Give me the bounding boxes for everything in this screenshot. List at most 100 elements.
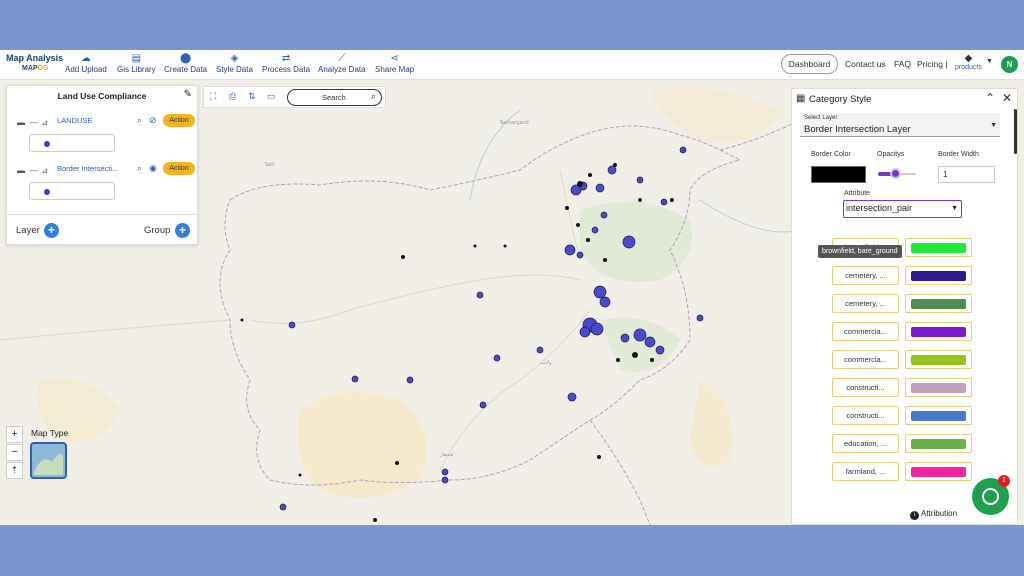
- app-logo[interactable]: Map Analysis MAPOG: [6, 53, 64, 73]
- attribute-select[interactable]: intersection_pair ▼: [843, 200, 962, 218]
- notification-badge: 1: [998, 475, 1010, 487]
- nav-add-upload[interactable]: ☁ Add Upload: [65, 53, 107, 74]
- category-color-picker[interactable]: [905, 406, 972, 425]
- opacity-slider-thumb[interactable]: [890, 168, 901, 179]
- contact-us-link[interactable]: Contact us: [845, 59, 886, 69]
- category-color-picker[interactable]: [905, 294, 972, 313]
- category-color-picker[interactable]: [905, 322, 972, 341]
- legend-dot: [44, 141, 50, 147]
- print-icon[interactable]: ⎙: [229, 91, 236, 102]
- add-group-label: Group: [144, 225, 171, 236]
- nav-analyze-data[interactable]: ⟋ Analyze Data: [318, 53, 366, 74]
- faq-link[interactable]: FAQ: [894, 59, 911, 69]
- top-navbar: Map Analysis MAPOG ☁ Add Upload ▤ Gis Li…: [0, 50, 1024, 80]
- chat-button[interactable]: 1: [972, 475, 1010, 515]
- zoom-in-button[interactable]: +: [6, 426, 23, 443]
- select-layer-dropdown[interactable]: Select Layer Border Intersection Layer ▼: [800, 113, 1000, 137]
- zoom-to-layer-icon[interactable]: ⌕: [137, 163, 142, 174]
- share-icon: ⋖: [390, 53, 399, 64]
- search-icon[interactable]: ⌕: [371, 91, 376, 102]
- category-row: cemetery, ...: [832, 294, 972, 313]
- nav-share-map[interactable]: ⋖ Share Map: [375, 53, 414, 74]
- map-toolbar: ⛶ ⎙ ⇅ ▭ Search ⌕: [203, 86, 386, 108]
- visibility-off-icon[interactable]: ⊘: [149, 115, 157, 126]
- close-icon[interactable]: ✕: [1002, 91, 1012, 105]
- category-color-picker[interactable]: [905, 266, 972, 285]
- category-name[interactable]: constructi...: [832, 406, 899, 425]
- collapse-icon[interactable]: ⌃: [985, 91, 995, 105]
- category-row: cemetery, ...: [832, 266, 972, 285]
- nav-gis-library[interactable]: ▤ Gis Library: [117, 53, 156, 74]
- logo-subtitle: MAPOG: [22, 65, 49, 72]
- map-type-thumbnail[interactable]: [30, 442, 67, 479]
- category-color-picker[interactable]: [905, 378, 972, 397]
- north-arrow-icon[interactable]: ⇡: [6, 462, 23, 479]
- category-name[interactable]: farmland, ...: [832, 462, 899, 481]
- category-row: constructi...: [832, 406, 972, 425]
- category-color-swatch: [911, 439, 966, 449]
- category-color-picker[interactable]: [905, 434, 972, 453]
- map-pin-icon: ⬤: [179, 53, 192, 64]
- library-icon: ▤: [131, 53, 142, 64]
- nav-style-data[interactable]: ◈ Style Data: [216, 53, 253, 74]
- grid-icon: ▦: [796, 93, 806, 104]
- border-color-picker[interactable]: [811, 166, 866, 183]
- pricing-link[interactable]: Pricing |: [917, 59, 948, 69]
- category-color-picker[interactable]: [905, 462, 972, 481]
- layer-panel-title: Land Use Compliance: [57, 91, 147, 101]
- dashboard-button[interactable]: Dashboard: [781, 54, 838, 74]
- category-color-swatch: [911, 411, 966, 421]
- process-icon: ⇄: [281, 53, 291, 64]
- products-menu[interactable]: ◆ products: [955, 53, 982, 71]
- category-color-picker[interactable]: [905, 350, 972, 369]
- layer-action-button[interactable]: Action: [163, 114, 195, 127]
- layer-action-button[interactable]: Action: [163, 162, 195, 175]
- category-name[interactable]: constructi...: [832, 378, 899, 397]
- category-color-picker[interactable]: [905, 238, 972, 257]
- category-name[interactable]: cemetery, ...: [832, 266, 899, 285]
- layer-name[interactable]: LANDUSE: [57, 116, 92, 125]
- border-color-label: Border Color: [811, 151, 851, 158]
- layer-name[interactable]: Border Intersecti...: [57, 164, 118, 173]
- chat-icon: [982, 488, 999, 505]
- app-frame: Map Analysis MAPOG ☁ Add Upload ▤ Gis Li…: [0, 50, 1024, 525]
- border-width-input[interactable]: 1: [938, 166, 995, 183]
- category-name[interactable]: commercia...: [832, 350, 899, 369]
- edit-icon[interactable]: ✎: [184, 89, 192, 100]
- add-layer-button[interactable]: +: [44, 223, 59, 238]
- logo-title: Map Analysis: [6, 53, 64, 63]
- category-name[interactable]: education, ...: [832, 434, 899, 453]
- zoom-to-layer-icon[interactable]: ⌕: [137, 115, 142, 126]
- attribute-label: Attribute: [844, 190, 871, 197]
- scrollbar[interactable]: [1014, 109, 1017, 154]
- layer-row[interactable]: ▬ — ⊿ LANDUSE ⌕ ⊘ Action: [17, 114, 197, 128]
- nav-create-data[interactable]: ⬤ Create Data: [164, 53, 207, 74]
- zoom-out-button[interactable]: −: [6, 444, 23, 461]
- category-color-swatch: [911, 383, 966, 393]
- user-avatar[interactable]: N: [1001, 56, 1018, 73]
- fullscreen-icon[interactable]: ⛶: [210, 91, 216, 102]
- category-row: education, ...: [832, 434, 972, 453]
- category-color-swatch: [911, 327, 966, 337]
- category-row: commercia...: [832, 350, 972, 369]
- border-width-label: Border Width: [938, 151, 979, 158]
- opacity-label: Opacitys: [877, 151, 905, 158]
- drag-handle-icon[interactable]: ▬ — ⊿: [17, 118, 49, 127]
- comment-icon[interactable]: ▭: [267, 91, 276, 102]
- category-name[interactable]: cemetery, ...: [832, 294, 899, 313]
- category-name[interactable]: commercia...: [832, 322, 899, 341]
- chevron-down-icon[interactable]: ▼: [986, 58, 993, 65]
- add-group-button[interactable]: +: [175, 223, 190, 238]
- drag-handle-icon[interactable]: ▬ — ⊿: [17, 166, 49, 175]
- map-type-label: Map Type: [31, 428, 69, 438]
- cube-icon: ◆: [964, 53, 973, 64]
- nav-process-data[interactable]: ⇄ Process Data: [262, 53, 310, 74]
- category-color-swatch: [911, 271, 966, 281]
- visibility-icon[interactable]: ◉: [149, 163, 157, 174]
- layer-row[interactable]: ▬ — ⊿ Border Intersecti... ⌕ ◉ Action: [17, 162, 197, 176]
- map-search-input[interactable]: Search ⌕: [287, 89, 382, 106]
- category-color-swatch: [911, 243, 966, 253]
- layer-panel: Land Use Compliance ✎ ▬ — ⊿ LANDUSE ⌕ ⊘ …: [6, 85, 198, 245]
- attribution-button[interactable]: i Attribution: [910, 509, 957, 520]
- measure-icon[interactable]: ⇅: [248, 91, 256, 102]
